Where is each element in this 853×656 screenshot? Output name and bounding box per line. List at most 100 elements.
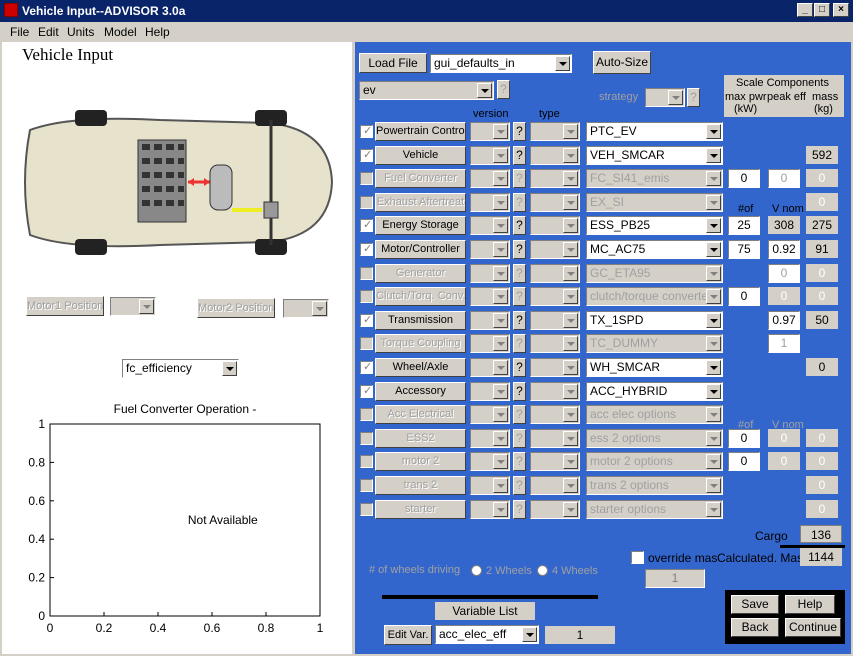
chevron-down-icon[interactable] bbox=[706, 384, 721, 399]
acc-electrical-checkbox[interactable] bbox=[360, 408, 373, 421]
chevron-down-icon[interactable] bbox=[563, 289, 578, 304]
acc-electrical-help-button[interactable]: ? bbox=[513, 405, 526, 424]
chevron-down-icon[interactable] bbox=[493, 313, 508, 328]
chevron-down-icon[interactable] bbox=[563, 218, 578, 233]
vehicle-value-select[interactable]: VEH_SMCAR bbox=[586, 146, 723, 165]
accessory-checkbox[interactable]: ✓ bbox=[360, 385, 373, 398]
back-button[interactable]: Back bbox=[731, 618, 779, 637]
chevron-down-icon[interactable] bbox=[563, 313, 578, 328]
motor-controller-param2-input[interactable]: 0.92 bbox=[768, 240, 800, 259]
transmission-value-select[interactable]: TX_1SPD bbox=[586, 311, 723, 330]
menu-file[interactable]: File bbox=[10, 25, 29, 39]
accessory-help-button[interactable]: ? bbox=[513, 382, 526, 401]
chevron-down-icon[interactable] bbox=[706, 336, 721, 351]
maximize-button[interactable]: □ bbox=[814, 3, 830, 17]
accessory-button[interactable]: Accessory bbox=[375, 382, 466, 401]
wheel-axle-type-select[interactable] bbox=[530, 358, 580, 377]
exhaust-aftertreat-type-select[interactable] bbox=[530, 193, 580, 212]
chevron-down-icon[interactable] bbox=[493, 384, 508, 399]
minimize-button[interactable]: _ bbox=[797, 3, 813, 17]
motor-2-version-select[interactable] bbox=[470, 452, 510, 471]
chevron-down-icon[interactable] bbox=[563, 336, 578, 351]
chevron-down-icon[interactable] bbox=[706, 313, 721, 328]
chevron-down-icon[interactable] bbox=[493, 502, 508, 517]
close-button[interactable]: × bbox=[833, 3, 849, 17]
energy-storage-help-button[interactable]: ? bbox=[513, 216, 526, 235]
energy-storage-type-select[interactable] bbox=[530, 216, 580, 235]
acc-electrical-value-select[interactable]: acc elec options bbox=[586, 405, 723, 424]
motor-controller-type-select[interactable] bbox=[530, 240, 580, 259]
chevron-down-icon[interactable] bbox=[555, 56, 570, 71]
ess2-param1-input[interactable]: 0 bbox=[728, 429, 760, 448]
chevron-down-icon[interactable] bbox=[706, 242, 721, 257]
ess2-type-select[interactable] bbox=[530, 429, 580, 448]
chevron-down-icon[interactable] bbox=[493, 124, 508, 139]
accessory-value-select[interactable]: ACC_HYBRID bbox=[586, 382, 723, 401]
ess2-help-button[interactable]: ? bbox=[513, 429, 526, 448]
powertrain-control-checkbox[interactable]: ✓ bbox=[360, 125, 373, 138]
continue-button[interactable]: Continue bbox=[785, 618, 841, 637]
transmission-param2-input[interactable]: 0.97 bbox=[768, 311, 800, 330]
generator-value-select[interactable]: GC_ETA95 bbox=[586, 264, 723, 283]
chevron-down-icon[interactable] bbox=[706, 218, 721, 233]
starter-version-select[interactable] bbox=[470, 500, 510, 519]
energy-storage-button[interactable]: Energy Storage bbox=[375, 216, 466, 235]
torque-coupling-type-select[interactable] bbox=[530, 334, 580, 353]
motor-controller-version-select[interactable] bbox=[470, 240, 510, 259]
chevron-down-icon[interactable] bbox=[563, 195, 578, 210]
motor-2-type-select[interactable] bbox=[530, 452, 580, 471]
chevron-down-icon[interactable] bbox=[706, 124, 721, 139]
override-mass-checkbox[interactable] bbox=[631, 551, 644, 564]
clutch-torq-conv-help-button[interactable]: ? bbox=[513, 287, 526, 306]
vehicle-button[interactable]: Vehicle bbox=[375, 146, 466, 165]
load-file-button[interactable]: Load File bbox=[359, 53, 427, 73]
drivetrain-select[interactable]: ev bbox=[359, 81, 494, 100]
chevron-down-icon[interactable] bbox=[522, 627, 537, 642]
vehicle-help-button[interactable]: ? bbox=[513, 146, 526, 165]
chevron-down-icon[interactable] bbox=[706, 407, 721, 422]
chevron-down-icon[interactable] bbox=[706, 502, 721, 517]
fuel-converter-help-button[interactable]: ? bbox=[513, 169, 526, 188]
powertrain-control-help-button[interactable]: ? bbox=[513, 122, 526, 141]
chevron-down-icon[interactable] bbox=[706, 478, 721, 493]
chevron-down-icon[interactable] bbox=[493, 266, 508, 281]
exhaust-aftertreat-checkbox[interactable] bbox=[360, 196, 373, 209]
accessory-type-select[interactable] bbox=[530, 382, 580, 401]
chevron-down-icon[interactable] bbox=[706, 431, 721, 446]
chevron-down-icon[interactable] bbox=[706, 360, 721, 375]
chevron-down-icon[interactable] bbox=[563, 242, 578, 257]
generator-param2-input[interactable]: 0 bbox=[768, 264, 800, 283]
chevron-down-icon[interactable] bbox=[493, 171, 508, 186]
vehicle-version-select[interactable] bbox=[470, 146, 510, 165]
trans-2-value-select[interactable]: trans 2 options bbox=[586, 476, 723, 495]
generator-type-select[interactable] bbox=[530, 264, 580, 283]
chevron-down-icon[interactable] bbox=[563, 148, 578, 163]
clutch-torq-conv-version-select[interactable] bbox=[470, 287, 510, 306]
variable-select[interactable]: acc_elec_eff bbox=[435, 625, 539, 644]
clutch-torq-conv-param1-input[interactable]: 0 bbox=[728, 287, 760, 306]
powertrain-control-value-select[interactable]: PTC_EV bbox=[586, 122, 723, 141]
powertrain-control-type-select[interactable] bbox=[530, 122, 580, 141]
fuel-converter-param1-input[interactable]: 0 bbox=[728, 169, 760, 188]
exhaust-aftertreat-value-select[interactable]: EX_SI bbox=[586, 193, 723, 212]
starter-help-button[interactable]: ? bbox=[513, 500, 526, 519]
motor-controller-help-button[interactable]: ? bbox=[513, 240, 526, 259]
chevron-down-icon[interactable] bbox=[563, 454, 578, 469]
motor-2-help-button[interactable]: ? bbox=[513, 452, 526, 471]
chevron-down-icon[interactable] bbox=[706, 289, 721, 304]
menu-edit[interactable]: Edit bbox=[38, 25, 59, 39]
transmission-version-select[interactable] bbox=[470, 311, 510, 330]
file-select[interactable]: gui_defaults_in bbox=[430, 54, 572, 73]
save-button[interactable]: Save bbox=[731, 595, 779, 614]
motor-controller-button[interactable]: Motor/Controller bbox=[375, 240, 466, 259]
plot-variable-select[interactable]: fc_efficiency bbox=[122, 359, 239, 378]
energy-storage-version-select[interactable] bbox=[470, 216, 510, 235]
fuel-converter-version-select[interactable] bbox=[470, 169, 510, 188]
powertrain-control-version-select[interactable] bbox=[470, 122, 510, 141]
wheel-axle-button[interactable]: Wheel/Axle bbox=[375, 358, 466, 377]
chevron-down-icon[interactable] bbox=[563, 502, 578, 517]
exhaust-aftertreat-version-select[interactable] bbox=[470, 193, 510, 212]
wheel-axle-version-select[interactable] bbox=[470, 358, 510, 377]
chevron-down-icon[interactable] bbox=[706, 148, 721, 163]
chevron-down-icon[interactable] bbox=[563, 407, 578, 422]
